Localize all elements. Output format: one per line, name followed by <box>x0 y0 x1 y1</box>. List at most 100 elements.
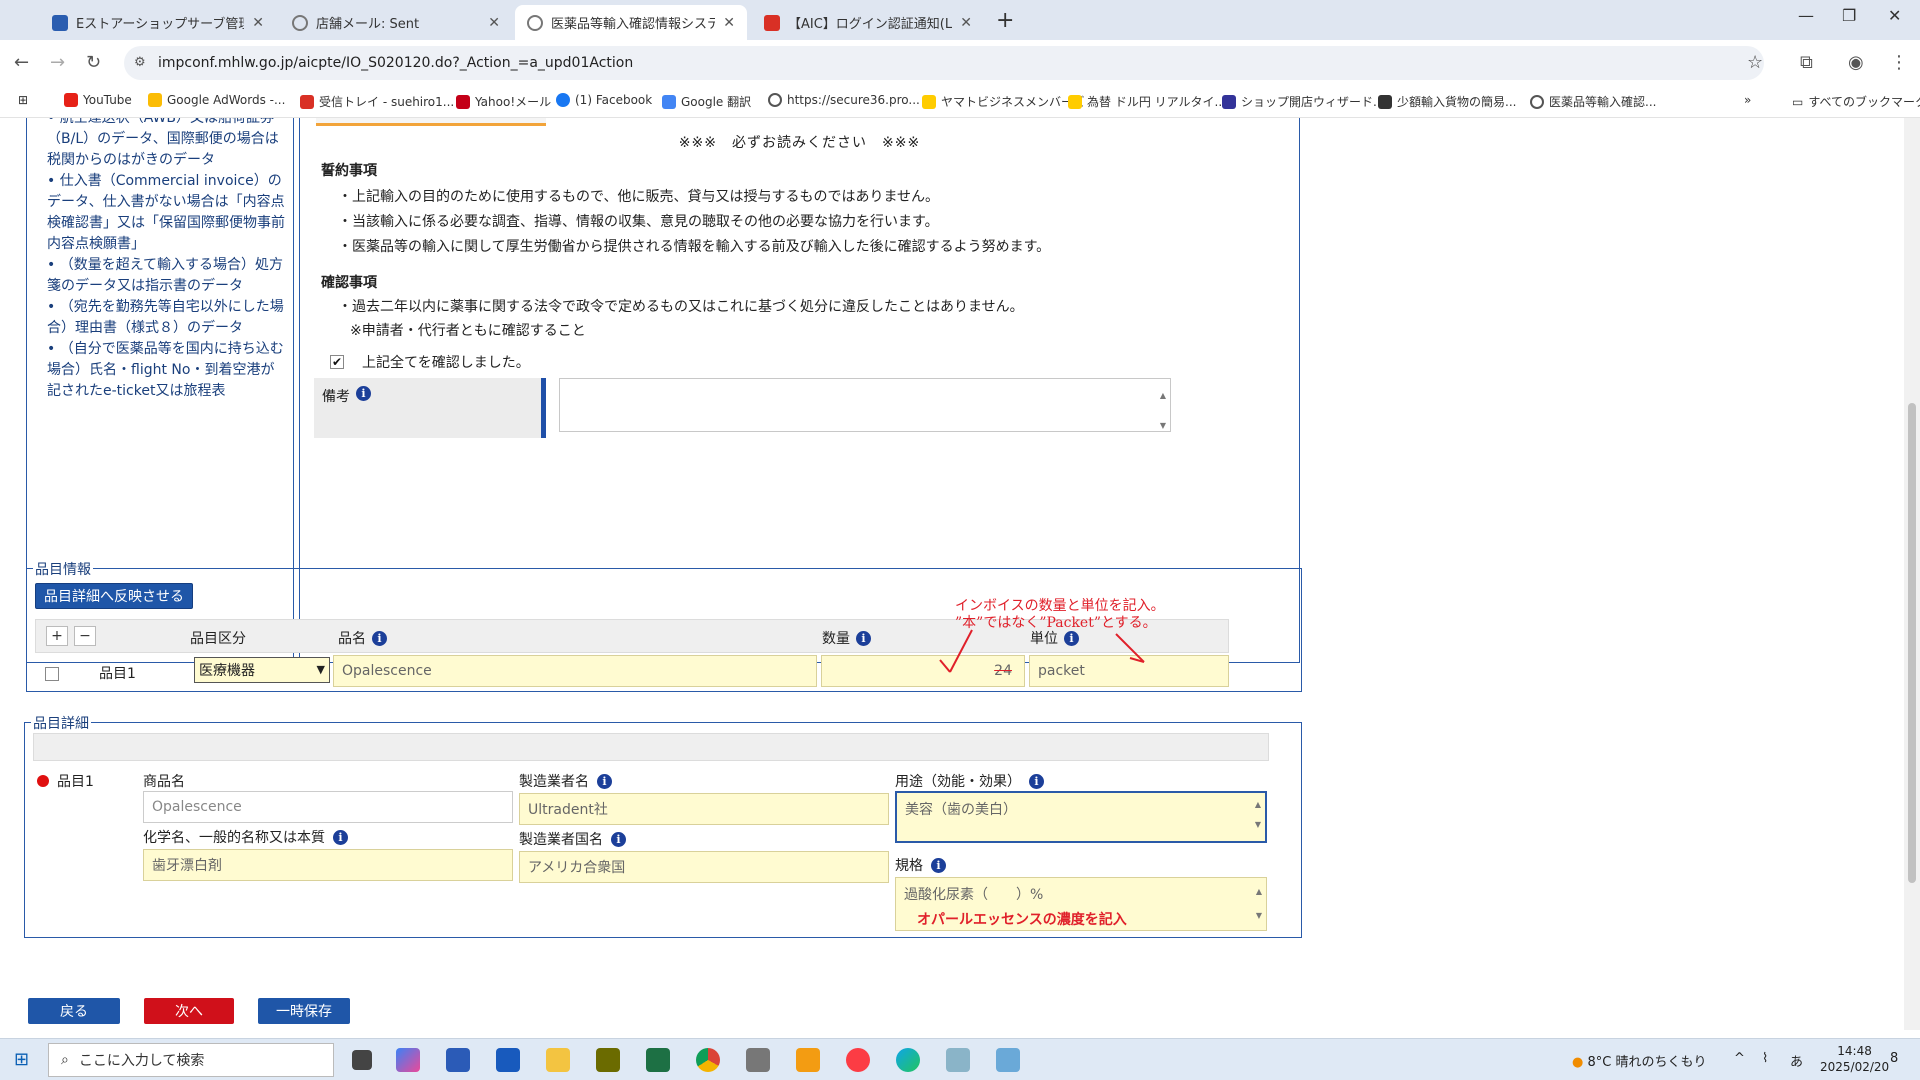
annotation-line: インボイスの数量と単位を記入。 <box>955 598 1165 614</box>
menu-kebab-icon[interactable]: ⋮ <box>1890 52 1908 73</box>
info-icon[interactable]: i <box>597 773 612 789</box>
word-icon[interactable] <box>496 1048 520 1072</box>
remarks-textarea[interactable]: ▲ ▼ <box>559 378 1171 432</box>
site-info-icon[interactable]: ⚙ <box>134 55 146 70</box>
tab-gmail-aic[interactable]: 【AIC】ログイン認証通知(Login Au ✕ <box>752 5 984 40</box>
product-name-field: Opalescence <box>143 791 513 823</box>
bookmark-yamato[interactable]: ヤマトビジネスメンバーズ <box>922 93 1084 110</box>
all-bookmarks[interactable]: ▭ すべてのブックマーク <box>1792 93 1920 110</box>
textarea-scroll-arrows[interactable]: ▲ ▼ <box>1255 795 1261 835</box>
excel-icon[interactable] <box>646 1048 670 1072</box>
network-icon[interactable]: ⌇ <box>1762 1051 1768 1066</box>
tab-estore[interactable]: Eストアーショップサーブ管理画面 ✕ <box>40 5 276 40</box>
info-icon[interactable]: i <box>1029 773 1044 789</box>
bookmark-import-confirm[interactable]: 医薬品等輸入確認... <box>1530 93 1656 110</box>
bookmark-facebook[interactable]: (1) Facebook <box>556 93 652 107</box>
tab-import-system[interactable]: 医薬品等輸入確認情報システム[F ✕ <box>515 5 747 40</box>
windows-start-icon[interactable]: ⊞ <box>14 1049 29 1070</box>
fireworks-icon[interactable] <box>596 1048 620 1072</box>
next-button[interactable]: 次へ <box>144 998 234 1024</box>
bookmark-gmail[interactable]: 受信トレイ - suehiro1... <box>300 93 454 110</box>
country-input[interactable]: アメリカ合衆国 <box>519 851 889 883</box>
bookmark-adwords[interactable]: Google AdWords -... <box>148 93 285 107</box>
info-icon[interactable]: i <box>931 857 946 873</box>
store-icon[interactable] <box>446 1048 470 1072</box>
pledge-line: ・医薬品等の輸入に関して厚生労働省から提供される情報を輸入する前及び輸入した後に… <box>338 239 1051 255</box>
outlook-icon[interactable] <box>796 1048 820 1072</box>
tray-overflow-icon[interactable]: ^ <box>1734 1051 1745 1066</box>
info-icon[interactable]: i <box>333 829 348 845</box>
app-icon[interactable] <box>946 1048 970 1072</box>
profile-icon[interactable]: ◉ <box>1848 52 1864 73</box>
bookmark-secure36[interactable]: https://secure36.pro... <box>768 93 920 107</box>
manufacturer-input[interactable]: Ultradent社 <box>519 793 889 825</box>
file-explorer-icon[interactable] <box>546 1048 570 1072</box>
reload-icon[interactable]: ↻ <box>86 52 101 73</box>
close-icon[interactable]: ✕ <box>960 15 972 31</box>
bookmark-shop-wizard[interactable]: ショップ開店ウィザード... <box>1222 93 1384 110</box>
close-icon[interactable]: ✕ <box>723 15 735 31</box>
info-icon[interactable]: i <box>856 630 871 646</box>
pledge-line: ・当該輸入に係る必要な調査、指導、情報の収集、意見の聴取その他の必要な協力を行い… <box>338 214 939 230</box>
bookmark-youtube[interactable]: YouTube <box>64 93 132 107</box>
textarea-scroll-arrows[interactable]: ▲ ▼ <box>1160 381 1166 441</box>
add-row-button[interactable]: + <box>46 626 68 646</box>
copilot-icon[interactable] <box>396 1048 420 1072</box>
page-scrollbar[interactable] <box>1904 118 1920 1030</box>
spec-annotation: オパールエッセンスの濃度を記入 <box>917 912 1127 928</box>
clock[interactable]: 14:48 2025/02/20 <box>1820 1043 1889 1075</box>
item-name-input[interactable]: Opalescence <box>333 655 817 687</box>
ime-indicator[interactable]: あ <box>1790 1051 1803 1070</box>
address-bar[interactable]: impconf.mhlw.go.jp/aicpte/IO_S020120.do?… <box>124 46 1764 80</box>
weather-widget[interactable]: ● 8°C 晴れのちくもり <box>1572 1051 1706 1070</box>
notepad-icon[interactable] <box>746 1048 770 1072</box>
bookmark-fx[interactable]: 為替 ドル円 リアルタイ... <box>1068 93 1226 110</box>
doc-item: • （数量を超えて輸入する場合）処方箋のデータ又は指示書のデータ <box>47 257 284 294</box>
doc-item: • 仕入書（Commercial invoice）のデータ、仕入書がない場合は「… <box>47 173 285 252</box>
back-button[interactable]: 戻る <box>28 998 120 1024</box>
back-arrow-icon[interactable]: ← <box>14 52 29 73</box>
close-icon[interactable]: ✕ <box>488 15 500 31</box>
textarea-scroll-arrows[interactable]: ▲ ▼ <box>1256 880 1262 928</box>
notification-icon[interactable]: 8 <box>1890 1051 1898 1066</box>
info-icon[interactable]: i <box>356 386 371 401</box>
col-category: 品目区分 <box>190 631 246 647</box>
usage-textarea[interactable]: 美容（歯の美白） ▲ ▼ <box>895 791 1267 843</box>
extensions-icon[interactable]: ⧉ <box>1800 52 1813 73</box>
bookmark-yahoo[interactable]: Yahoo!メール <box>456 93 551 110</box>
windows-taskbar: ⊞ ⌕ ここに入力して検索 ● 8°C 晴れのちくもり ^ ⌇ あ 14:48 2… <box>0 1038 1920 1080</box>
restore-icon[interactable]: ❐ <box>1842 6 1856 25</box>
itunes-icon[interactable] <box>846 1048 870 1072</box>
edge-icon[interactable] <box>896 1048 920 1072</box>
close-icon[interactable]: ✕ <box>252 15 264 31</box>
tab-shop-mail[interactable]: 店舗メール: Sent ✕ <box>280 5 512 40</box>
bookmark-star-icon[interactable]: ☆ <box>1747 52 1763 73</box>
reflect-to-details-button[interactable]: 品目詳細へ反映させる <box>35 583 193 609</box>
window-close-icon[interactable]: ✕ <box>1888 6 1901 25</box>
new-tab-icon[interactable]: + <box>996 8 1014 33</box>
apps-grid-icon[interactable]: ⊞ <box>18 93 28 107</box>
confirm-all-checkbox[interactable]: ✔ <box>330 355 344 369</box>
scrollbar-thumb[interactable] <box>1908 403 1916 883</box>
confirm-all-label: 上記全てを確認しました。 <box>362 355 530 371</box>
minimize-icon[interactable]: — <box>1798 6 1814 25</box>
category-select[interactable]: 医療機器 ▼ <box>194 657 330 683</box>
app-icon[interactable] <box>996 1048 1020 1072</box>
more-bookmarks-icon[interactable]: » <box>1744 93 1751 107</box>
confirm-heading: 確認事項 <box>321 275 377 291</box>
task-view-icon[interactable] <box>352 1050 372 1070</box>
taskbar-search[interactable]: ⌕ ここに入力して検索 <box>48 1043 334 1077</box>
remove-row-button[interactable]: − <box>74 626 96 646</box>
row-label: 品目1 <box>99 666 136 682</box>
temp-save-button[interactable]: 一時保存 <box>258 998 350 1024</box>
info-icon[interactable]: i <box>372 630 387 646</box>
product-name-label: 商品名 <box>143 774 185 790</box>
row-select-checkbox[interactable] <box>45 667 59 681</box>
chrome-icon[interactable] <box>696 1048 720 1072</box>
forward-arrow-icon[interactable]: → <box>50 52 65 73</box>
tab-title: 医薬品等輸入確認情報システム[F <box>551 17 716 32</box>
bookmark-translate[interactable]: Google 翻訳 <box>662 93 751 110</box>
bookmark-small-import[interactable]: 少額輸入貨物の簡易... <box>1378 93 1516 110</box>
info-icon[interactable]: i <box>611 831 626 847</box>
chem-name-input[interactable]: 歯牙漂白剤 <box>143 849 513 881</box>
